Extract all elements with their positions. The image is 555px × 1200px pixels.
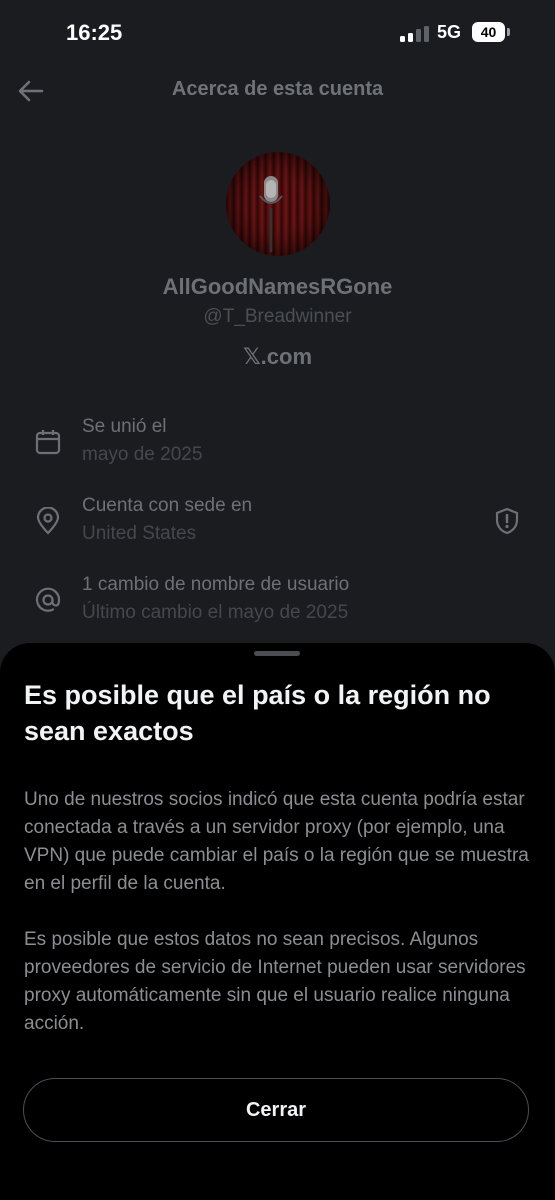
sheet-drag-handle[interactable]: [254, 651, 300, 656]
profile-handle: @T_Breadwinner: [203, 306, 352, 327]
microphone-icon: [259, 176, 283, 252]
info-value: United States: [82, 523, 197, 544]
info-value: Último cambio el mayo de 2025: [82, 602, 349, 623]
location-pin-icon: [34, 506, 62, 535]
bottom-sheet: Es posible que el país o la región no se…: [0, 643, 555, 1200]
top-bar: Acerca de esta cuenta: [0, 66, 555, 114]
status-bar: 16:25 5G 40: [0, 0, 555, 66]
sheet-paragraph-2: Es posible que estos datos no sean preci…: [24, 929, 526, 1034]
close-button[interactable]: Cerrar: [23, 1078, 529, 1142]
network-type: 5G: [437, 22, 462, 42]
battery-icon: 40: [472, 22, 505, 42]
battery-cap: [507, 28, 510, 36]
profile-display-name: AllGoodNamesRGone: [162, 274, 393, 299]
info-value: mayo de 2025: [82, 444, 203, 465]
shield-alert-icon[interactable]: [494, 507, 520, 535]
sheet-paragraph-1: Uno de nuestros socios indicó que esta c…: [24, 789, 529, 894]
status-time: 16:25: [66, 20, 123, 45]
signal-bars-icon: [400, 26, 430, 47]
info-label: Se unió el: [82, 416, 167, 437]
info-row-joined: Se unió el mayo de 2025: [0, 416, 555, 486]
info-row-username-change: 1 cambio de nombre de usuario Último cam…: [0, 574, 555, 644]
info-label: Cuenta con sede en: [82, 495, 253, 516]
info-label: 1 cambio de nombre de usuario: [82, 574, 350, 595]
sheet-title: Es posible que el país o la región no se…: [24, 680, 491, 746]
profile-site[interactable]: 𝕏.com: [0, 344, 555, 370]
at-sign-icon: [34, 586, 62, 614]
info-row-location: Cuenta con sede en United States: [0, 495, 555, 565]
calendar-icon: [34, 428, 62, 456]
avatar[interactable]: [226, 152, 330, 256]
page-title: Acerca de esta cuenta: [171, 78, 384, 100]
